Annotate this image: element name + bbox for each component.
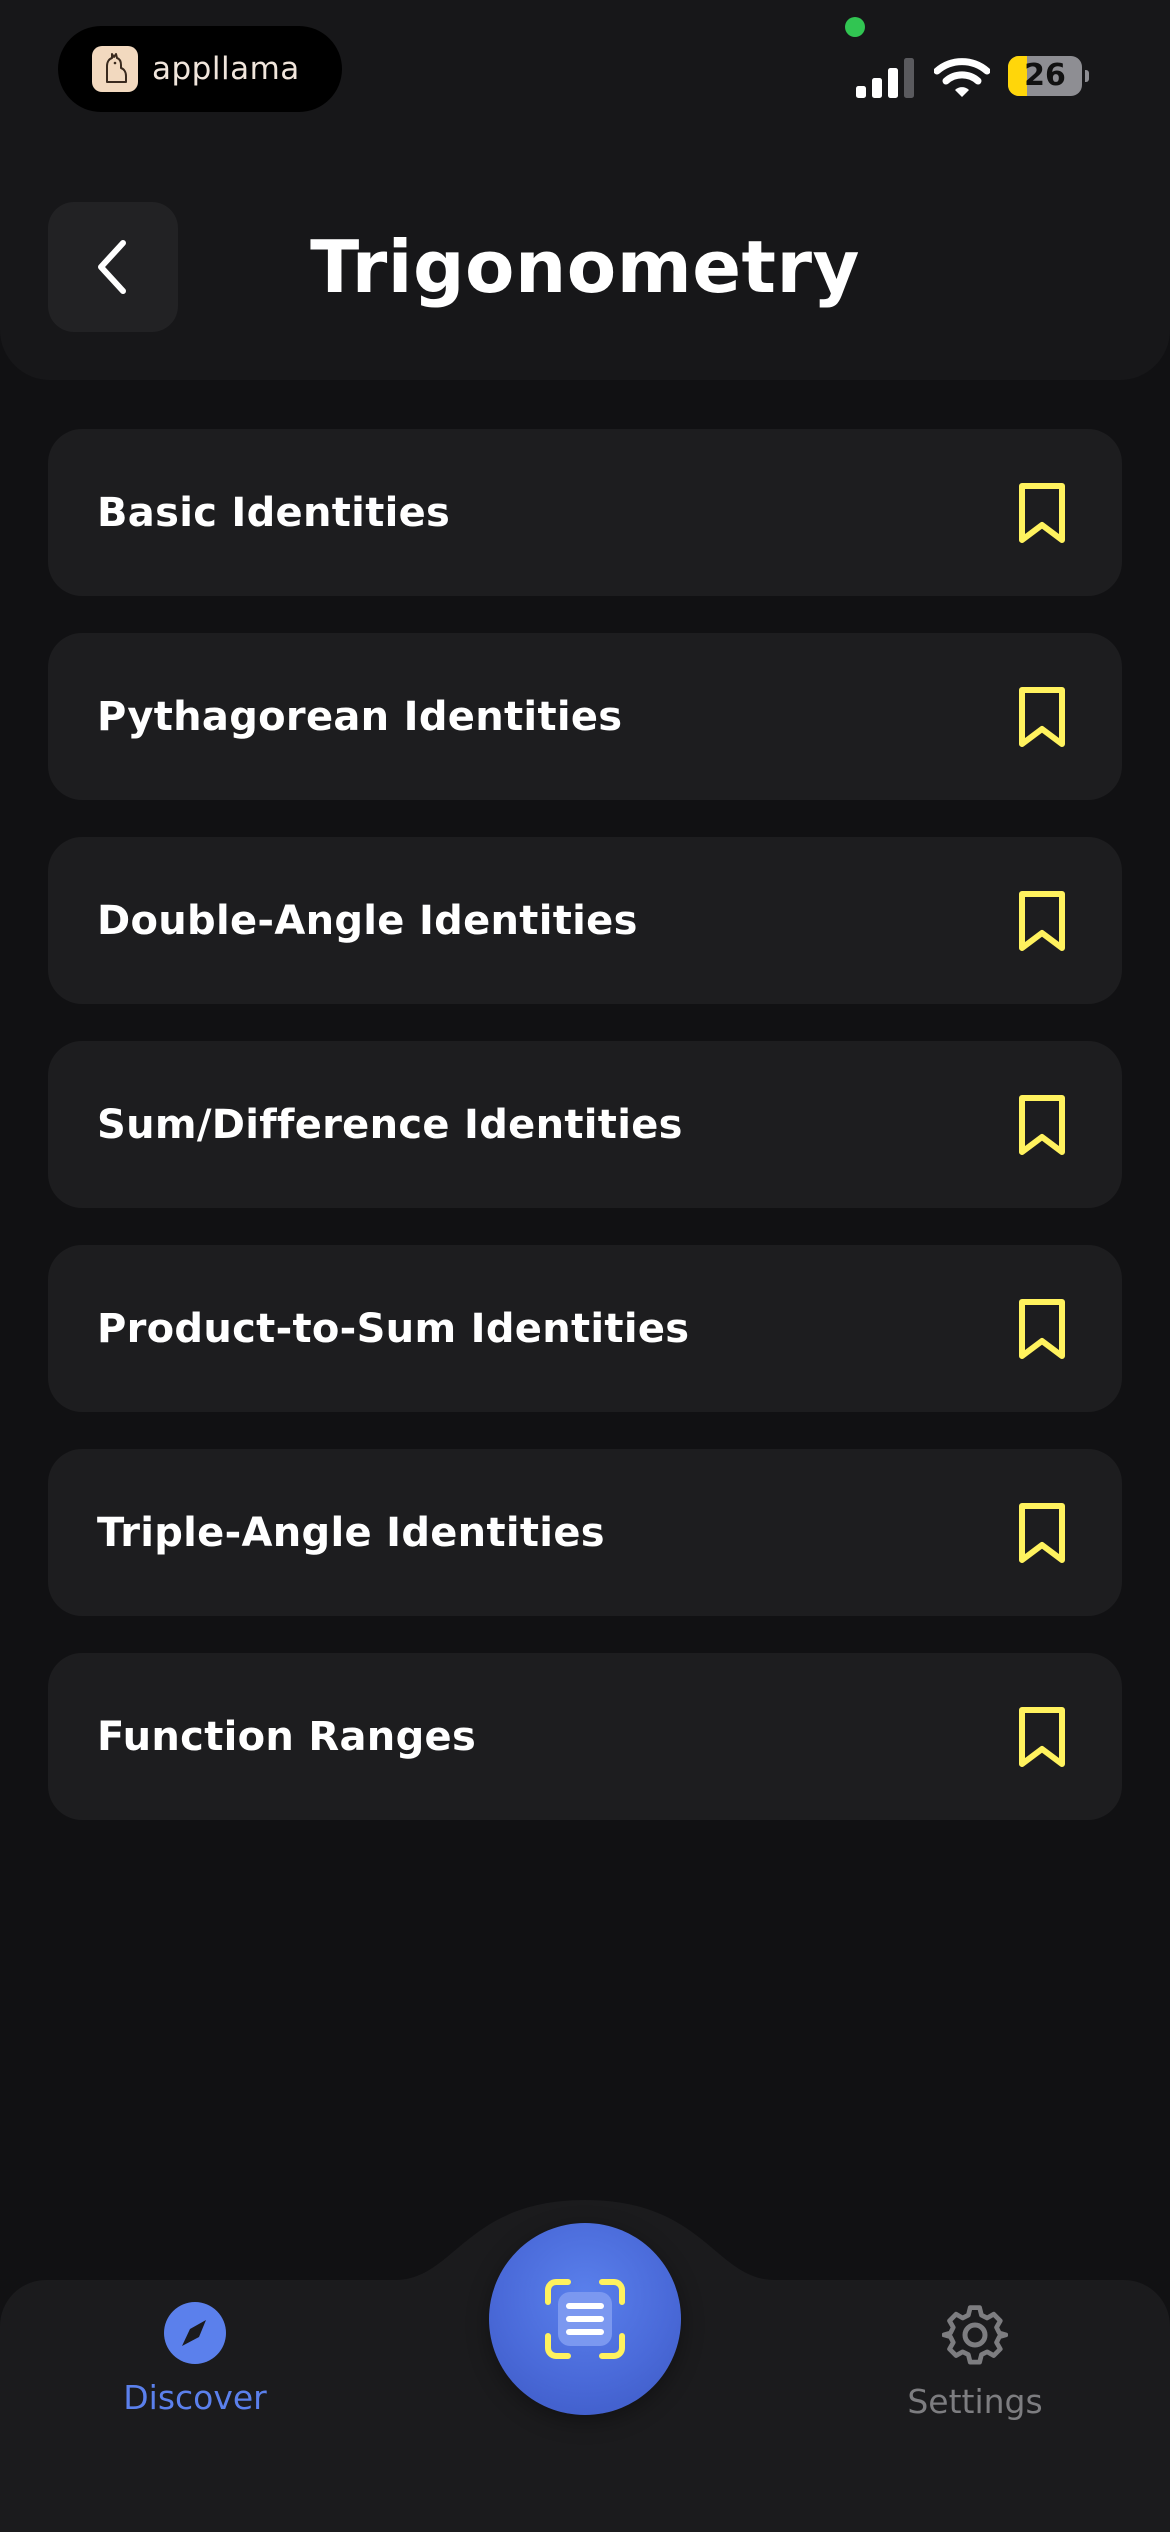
tab-discover[interactable]: Discover xyxy=(75,2302,315,2442)
bookmark-icon[interactable] xyxy=(1016,685,1068,749)
app-badge[interactable]: appllama xyxy=(58,26,342,112)
topic-item-triple-angle-identities[interactable]: Triple-Angle Identities xyxy=(48,1449,1122,1616)
bookmark-icon[interactable] xyxy=(1016,1093,1068,1157)
topic-label: Function Ranges xyxy=(97,1713,477,1760)
battery-icon: 26 xyxy=(1008,56,1089,96)
topic-item-sum-difference-identities[interactable]: Sum/Difference Identities xyxy=(48,1041,1122,1208)
status-bar: appllama 26 xyxy=(0,0,1170,140)
topic-item-function-ranges[interactable]: Function Ranges xyxy=(48,1653,1122,1820)
topic-label: Pythagorean Identities xyxy=(97,693,623,740)
bookmark-icon[interactable] xyxy=(1016,889,1068,953)
cellular-signal-icon xyxy=(856,58,914,98)
app-name: appllama xyxy=(152,51,300,87)
bookmark-icon[interactable] xyxy=(1016,1501,1068,1565)
scan-document-icon xyxy=(545,2279,625,2359)
topic-label: Product-to-Sum Identities xyxy=(97,1305,690,1352)
bookmark-icon[interactable] xyxy=(1016,1705,1068,1769)
tab-label-settings: Settings xyxy=(907,2382,1043,2421)
topic-label: Basic Identities xyxy=(97,489,451,536)
tab-settings[interactable]: Settings xyxy=(855,2302,1095,2442)
tab-label-discover: Discover xyxy=(123,2378,267,2417)
topic-item-basic-identities[interactable]: Basic Identities xyxy=(48,429,1122,596)
topic-list: Basic Identities Pythagorean Identities … xyxy=(48,429,1122,1820)
bookmark-icon[interactable] xyxy=(1016,1297,1068,1361)
gear-icon xyxy=(942,2305,1008,2365)
topic-item-pythagorean-identities[interactable]: Pythagorean Identities xyxy=(48,633,1122,800)
topic-label: Triple-Angle Identities xyxy=(97,1509,605,1556)
back-button[interactable] xyxy=(48,202,178,332)
camera-indicator-dot xyxy=(845,17,865,37)
topic-item-double-angle-identities[interactable]: Double-Angle Identities xyxy=(48,837,1122,1004)
wifi-icon xyxy=(934,58,990,97)
scan-button[interactable] xyxy=(489,2223,681,2415)
chevron-left-icon xyxy=(98,240,126,294)
llama-logo-icon xyxy=(92,46,138,92)
compass-icon xyxy=(164,2302,226,2364)
topic-label: Sum/Difference Identities xyxy=(97,1101,683,1148)
bookmark-icon[interactable] xyxy=(1016,481,1068,545)
topic-label: Double-Angle Identities xyxy=(97,897,638,944)
battery-level: 26 xyxy=(1024,58,1066,93)
topic-item-product-to-sum-identities[interactable]: Product-to-Sum Identities xyxy=(48,1245,1122,1412)
